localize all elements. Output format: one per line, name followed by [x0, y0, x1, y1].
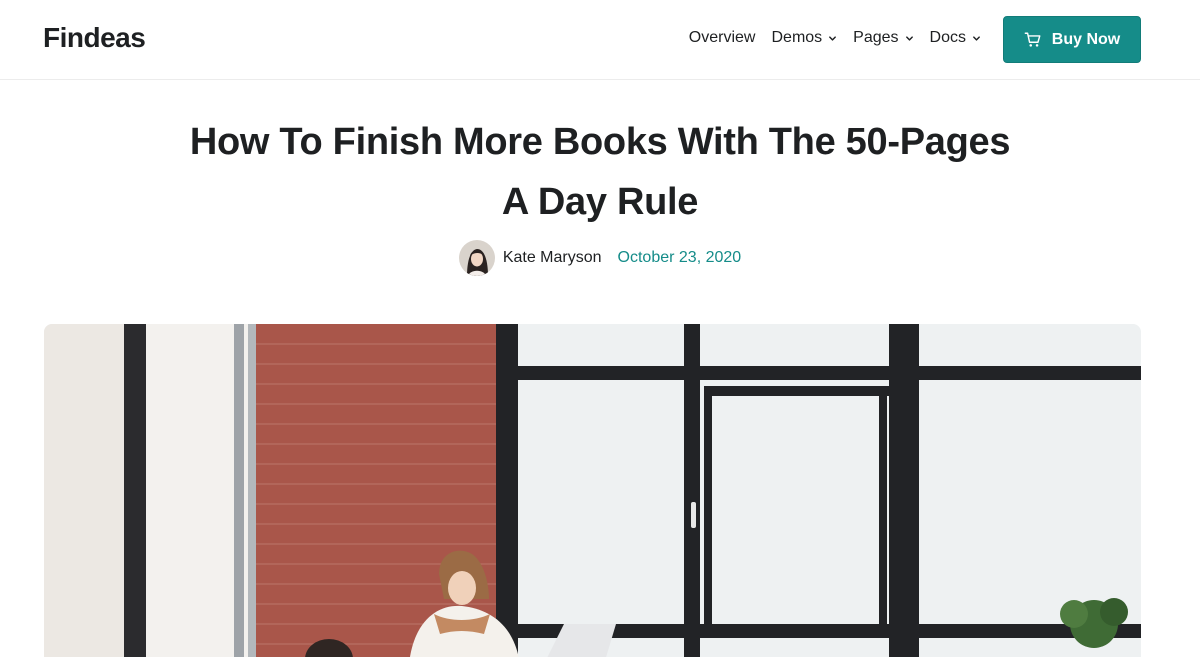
nav-item-docs[interactable]: Docs — [930, 29, 981, 47]
nav-item-overview[interactable]: Overview — [689, 29, 756, 47]
brand-logo[interactable]: Findeas — [43, 22, 146, 54]
author-avatar[interactable] — [458, 240, 495, 276]
nav-item-pages[interactable]: Pages — [853, 29, 913, 47]
buy-now-button[interactable]: Buy Now — [1003, 16, 1141, 63]
chevron-down-icon — [829, 35, 837, 41]
cart-icon — [1024, 32, 1041, 47]
chevron-down-icon — [973, 35, 980, 41]
buy-now-label: Buy Now — [1051, 30, 1121, 48]
site-header: Findeas Overview Demos Pages Docs Buy No… — [0, 0, 1200, 80]
nav-item-label: Overview — [688, 29, 756, 46]
nav-item-label: Docs — [929, 29, 966, 46]
nav-item-label: Demos — [771, 29, 823, 46]
hero-image — [44, 324, 1141, 657]
article-title: How To Finish More Books With The 50-Pag… — [189, 121, 1011, 223]
publish-date: October 23, 2020 — [617, 249, 742, 266]
author-name[interactable]: Kate Maryson — [503, 249, 602, 267]
nav-item-demos[interactable]: Demos — [771, 29, 837, 47]
article-meta: Kate Maryson October 23, 2020 — [0, 240, 1200, 276]
chevron-down-icon — [905, 35, 913, 41]
nav-item-label: Pages — [853, 29, 899, 46]
main-nav: Overview Demos Pages Docs — [689, 29, 981, 47]
